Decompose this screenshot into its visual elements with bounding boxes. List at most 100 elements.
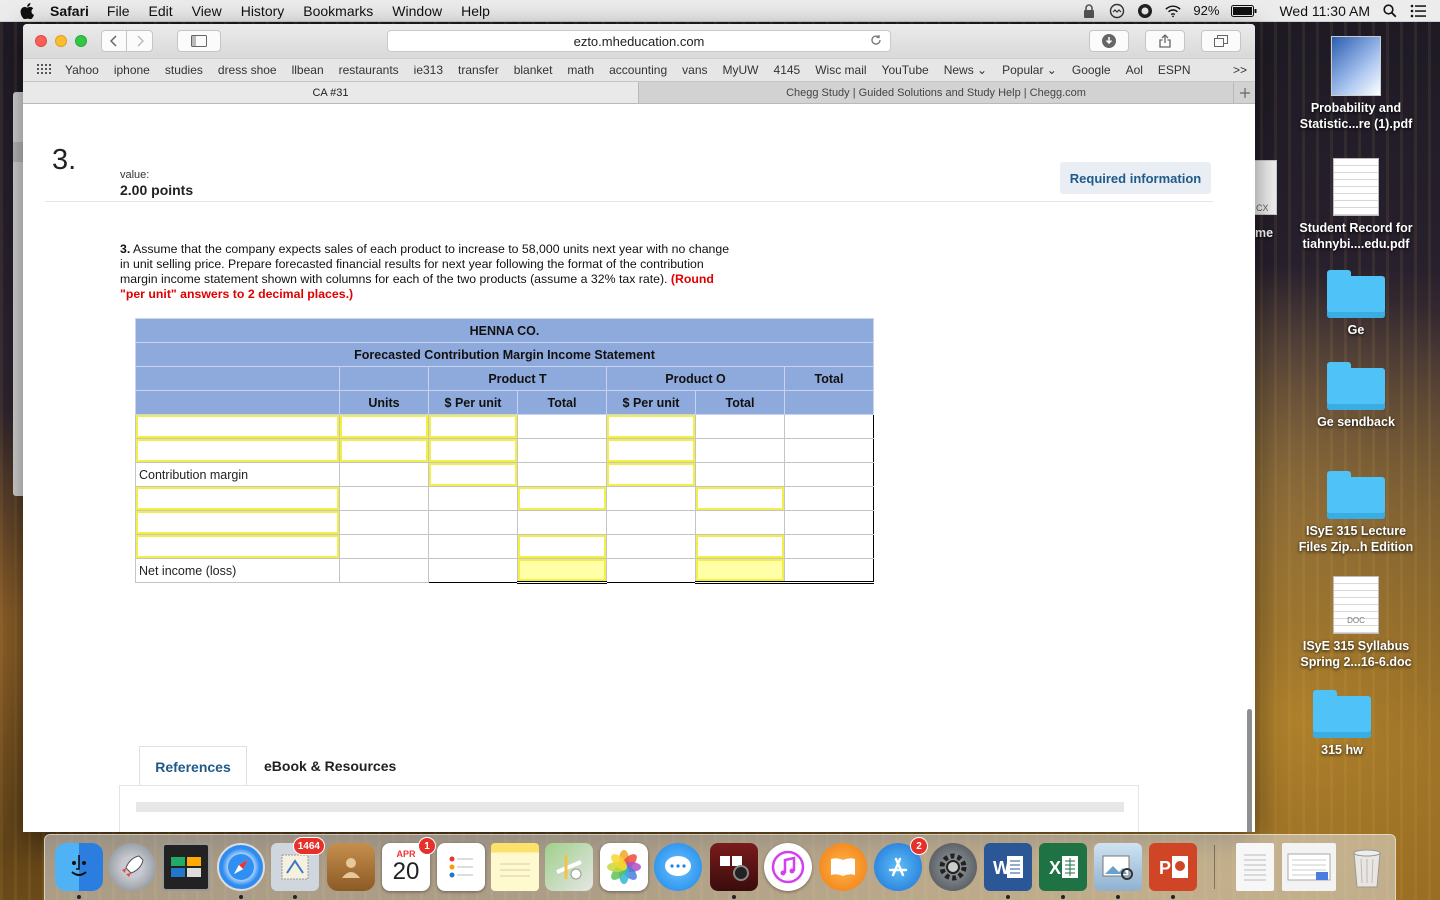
row-label-input[interactable] <box>136 535 339 558</box>
total-o-cell[interactable] <box>695 414 785 439</box>
preview-icon[interactable] <box>1094 843 1142 891</box>
units-input[interactable] <box>340 439 428 462</box>
per-unit-t-cell[interactable] <box>428 558 518 583</box>
page-scrollbar[interactable] <box>1247 709 1252 832</box>
menu-history[interactable]: History <box>241 3 285 19</box>
units-input[interactable] <box>340 415 428 438</box>
per-unit-o-cell[interactable] <box>606 558 696 583</box>
tab-ca-31[interactable]: CA #31 <box>23 82 639 103</box>
wifi-icon[interactable] <box>1165 3 1182 19</box>
menu-bookmarks[interactable]: Bookmarks <box>303 3 373 19</box>
total-t-cell[interactable] <box>517 462 607 487</box>
menu-clock[interactable]: Wed 11:30 AM <box>1279 3 1370 19</box>
desktop-icon-ge-sendback-folder[interactable]: Ge sendback <box>1291 362 1421 430</box>
notification-center-icon[interactable] <box>1410 3 1426 19</box>
per-unit-t-input[interactable] <box>429 415 517 438</box>
app-store-icon[interactable]: 2 <box>874 837 928 891</box>
units-cell[interactable] <box>339 534 429 559</box>
trash-icon[interactable] <box>1343 843 1391 891</box>
finder-icon[interactable] <box>55 843 103 891</box>
menu-edit[interactable]: Edit <box>148 3 172 19</box>
address-bar[interactable]: ezto.mheducation.com <box>387 30 891 52</box>
sidebar-toggle-button[interactable] <box>177 30 221 52</box>
menu-view[interactable]: View <box>192 3 222 19</box>
bookmark-espn[interactable]: ESPN <box>1158 63 1191 77</box>
total-o-cell[interactable] <box>695 510 785 535</box>
per-unit-o-input[interactable] <box>607 439 695 462</box>
desktop-icon-isye-syllabus-doc[interactable]: DOC ISyE 315 Syllabus Spring 2...16-6.do… <box>1291 576 1421 670</box>
share-button[interactable] <box>1145 30 1185 52</box>
apple-icon[interactable] <box>18 2 36 20</box>
total-t-cell[interactable] <box>517 438 607 463</box>
per-unit-o-cell[interactable] <box>606 486 696 511</box>
back-button[interactable] <box>101 30 127 52</box>
system-preferences-gear-icon[interactable] <box>929 843 977 891</box>
activity-monitor-icon[interactable] <box>162 843 210 891</box>
tab-overview-button[interactable] <box>1201 30 1241 52</box>
itunes-music-icon[interactable] <box>764 843 812 891</box>
maps-icon[interactable] <box>545 843 593 891</box>
total-o-input[interactable] <box>696 487 784 510</box>
photo-booth-icon[interactable] <box>710 843 758 891</box>
total-t-cell[interactable] <box>517 414 607 439</box>
bookmarks-overflow-button[interactable]: >> <box>1233 63 1247 77</box>
menu-window[interactable]: Window <box>392 3 442 19</box>
total-cell[interactable] <box>784 438 874 463</box>
vpn-status-icon[interactable] <box>1137 3 1153 19</box>
bookmark-youtube[interactable]: YouTube <box>882 63 929 77</box>
downloads-button[interactable] <box>1089 30 1129 52</box>
close-window-button[interactable] <box>35 35 47 47</box>
per-unit-t-cell[interactable] <box>428 510 518 535</box>
total-t-cell[interactable] <box>517 510 607 535</box>
bookmark-news[interactable]: News ⌄ <box>944 63 987 77</box>
menu-help[interactable]: Help <box>461 3 490 19</box>
units-cell[interactable] <box>339 462 429 487</box>
menu-file[interactable]: File <box>107 3 130 19</box>
battery-percent[interactable]: 92% <box>1193 3 1219 18</box>
bookmark-google[interactable]: Google <box>1072 63 1111 77</box>
lock-status-icon[interactable] <box>1081 3 1097 19</box>
total-t-input[interactable] <box>518 487 606 510</box>
total-cell[interactable] <box>784 414 874 439</box>
desktop-icon-isye-lecture-folder[interactable]: ISyE 315 Lecture Files Zip...h Edition <box>1291 471 1421 555</box>
per-unit-t-cell[interactable] <box>428 486 518 511</box>
net-income-t-input[interactable] <box>518 559 606 581</box>
safari-compass-icon[interactable] <box>217 843 265 891</box>
total-cell[interactable] <box>784 558 874 584</box>
bookmark-aol[interactable]: Aol <box>1126 63 1143 77</box>
per-unit-o-cell[interactable] <box>606 534 696 559</box>
row-label-input[interactable] <box>136 511 339 534</box>
contacts-icon[interactable] <box>327 843 375 891</box>
total-cell[interactable] <box>784 462 874 487</box>
minimize-window-button[interactable] <box>55 35 67 47</box>
net-income-o-input[interactable] <box>696 559 784 581</box>
bookmark-math[interactable]: math <box>567 63 594 77</box>
total-cell[interactable] <box>784 486 874 511</box>
ibooks-icon[interactable] <box>819 843 867 891</box>
bookmark-llbean[interactable]: llbean <box>292 63 324 77</box>
forward-button[interactable] <box>127 30 153 52</box>
total-o-cell[interactable] <box>695 438 785 463</box>
calendar-icon[interactable]: APR 20 1 <box>382 837 436 891</box>
row-label-input[interactable] <box>136 487 339 510</box>
per-unit-o-input[interactable] <box>607 415 695 438</box>
downloads-stack-icon[interactable] <box>1282 843 1336 891</box>
bookmark-accounting[interactable]: accounting <box>609 63 667 77</box>
mail-stamp-icon[interactable]: 1464 <box>271 837 325 891</box>
bookmark-myuw[interactable]: MyUW <box>723 63 759 77</box>
new-tab-button[interactable] <box>1233 82 1255 103</box>
desktop-icon-student-record-pdf[interactable]: Student Record for tiahnybi....edu.pdf <box>1291 158 1421 252</box>
units-cell[interactable] <box>339 510 429 535</box>
bookmark-iphone[interactable]: iphone <box>114 63 150 77</box>
row-label-input[interactable] <box>136 439 339 462</box>
bookmark-restaurants[interactable]: restaurants <box>339 63 399 77</box>
microsoft-word-icon[interactable]: W <box>984 843 1032 891</box>
total-o-input[interactable] <box>696 535 784 558</box>
required-information-button[interactable]: Required information <box>1060 162 1211 194</box>
row-label-input[interactable] <box>136 415 339 438</box>
menu-app-name[interactable]: Safari <box>50 3 89 19</box>
tab-ebook-resources[interactable]: eBook & Resources <box>264 746 396 786</box>
total-o-cell[interactable] <box>695 462 785 487</box>
units-cell[interactable] <box>339 558 429 583</box>
launchpad-rocket-icon[interactable] <box>108 843 156 891</box>
